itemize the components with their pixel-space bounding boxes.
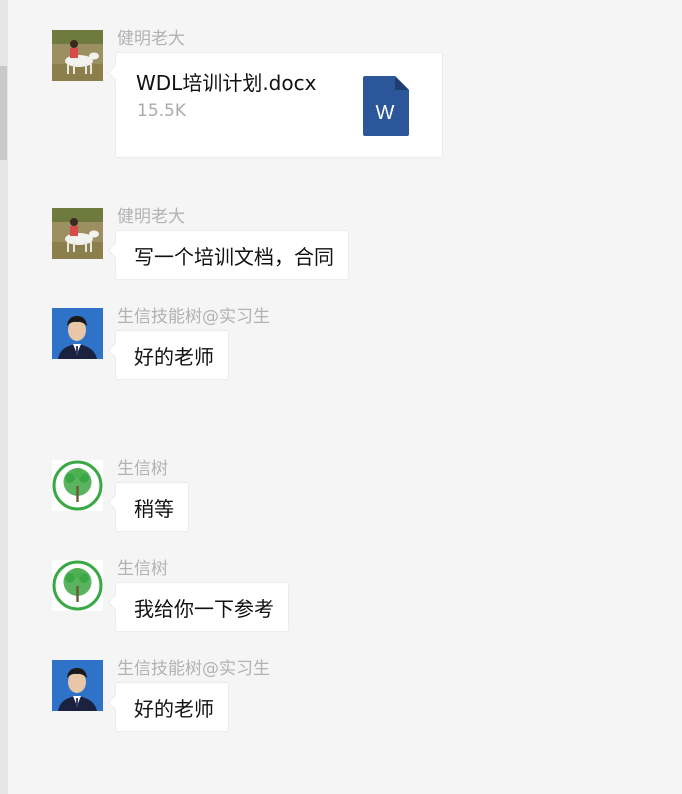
avatar-portrait[interactable]: [52, 660, 103, 711]
sender-name: 健明老大: [117, 29, 185, 49]
message-bubble[interactable]: 好的老师: [115, 330, 229, 380]
sender-name: 生信树: [117, 459, 168, 479]
message-bubble[interactable]: 写一个培训文档，合同: [115, 230, 349, 280]
sender-name: 生信技能树@实习生: [117, 659, 270, 679]
scrollbar-thumb[interactable]: [0, 66, 7, 160]
sender-name: 生信树: [117, 559, 168, 579]
file-name: WDL培训计划.docx: [136, 71, 317, 95]
avatar-goat-rider[interactable]: [52, 30, 103, 81]
sender-name: 健明老大: [117, 207, 185, 227]
avatar-portrait[interactable]: [52, 308, 103, 359]
avatar-tree-logo[interactable]: [52, 460, 103, 511]
avatar-goat-rider[interactable]: [52, 208, 103, 259]
message-bubble[interactable]: 好的老师: [115, 682, 229, 732]
svg-text:W: W: [376, 102, 395, 124]
message-bubble[interactable]: 稍等: [115, 482, 189, 532]
avatar-tree-logo[interactable]: [52, 560, 103, 611]
sender-name: 生信技能树@实习生: [117, 307, 270, 327]
file-size: 15.5K: [137, 101, 186, 121]
word-doc-icon: W: [363, 76, 409, 136]
file-attachment-card[interactable]: WDL培训计划.docx 15.5K W: [115, 52, 443, 158]
message-bubble[interactable]: 我给你一下参考: [115, 582, 289, 632]
